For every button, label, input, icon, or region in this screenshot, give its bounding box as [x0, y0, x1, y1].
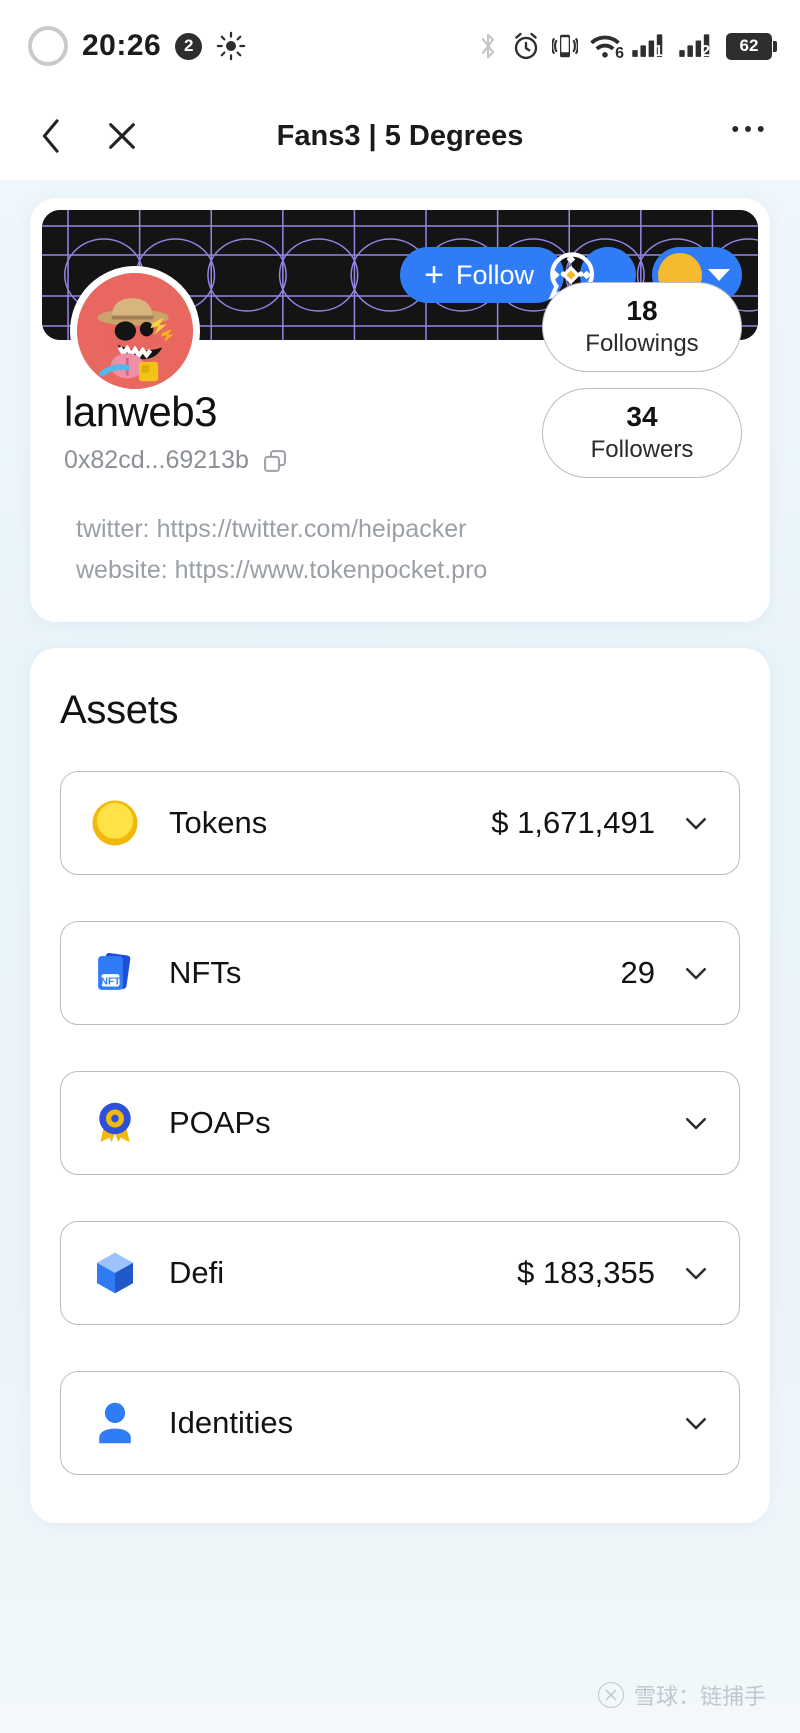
vibrate-icon: [552, 31, 578, 61]
asset-value-nfts: 29: [620, 955, 655, 990]
asset-row-identities[interactable]: Identities: [60, 1371, 740, 1475]
brightness-icon: [216, 31, 246, 61]
chevron-down-icon[interactable]: [681, 1408, 711, 1438]
profile-stats: 18 Followings 34 Followers: [542, 282, 742, 478]
profile-card: + Follow lanweb3 0x82cd...69213b twitter…: [30, 198, 770, 622]
signal-sim2-label: 2: [701, 43, 710, 60]
defi-cube-icon: [87, 1245, 143, 1301]
app-screen: 20:26 2 6 1 2 62 Fans3 | 5 Degrees + Fol…: [0, 0, 800, 1733]
assets-title: Assets: [60, 688, 179, 732]
stat-followers-label: Followers: [590, 435, 694, 463]
profile-link-website[interactable]: website: https://www.tokenpocket.pro: [64, 550, 736, 591]
gold-coin-icon: [87, 795, 143, 851]
avatar-image: [77, 273, 193, 389]
chevron-down-icon[interactable]: [681, 808, 711, 838]
page-content: + Follow lanweb3 0x82cd...69213b twitter…: [0, 180, 800, 1523]
battery-icon: 62: [726, 32, 777, 60]
asset-label-poaps: POAPs: [169, 1105, 271, 1140]
avatar-artwork: [77, 273, 193, 389]
wifi-generation-label: 6: [615, 45, 624, 62]
watermark: 雪球：链捕手: [597, 1679, 766, 1711]
asset-label-nfts: NFTs: [169, 955, 242, 990]
bluetooth-icon: [476, 31, 500, 61]
asset-label-defi: Defi: [169, 1255, 225, 1290]
asset-row-tokens[interactable]: Tokens $ 1,671,491: [60, 771, 740, 875]
wifi-icon: 6: [589, 31, 624, 62]
asset-label-tokens: Tokens: [169, 805, 268, 840]
chevron-down-icon[interactable]: [681, 1258, 711, 1288]
asset-value-defi: $ 183,355: [517, 1255, 655, 1290]
stat-followings[interactable]: 18 Followings: [542, 282, 742, 372]
status-bar-left: 20:26 2: [28, 26, 246, 66]
profile-link-twitter[interactable]: twitter: https://twitter.com/heipacker: [64, 509, 736, 550]
alarm-icon: [511, 31, 541, 61]
navigation-bar: Fans3 | 5 Degrees: [0, 92, 800, 180]
watermark-text: 雪球：链捕手: [633, 1684, 766, 1709]
more-options-button[interactable]: [726, 114, 770, 158]
chevron-down-icon[interactable]: [681, 1108, 711, 1138]
stat-followers-value: 34: [626, 401, 658, 433]
profile-address: 0x82cd...69213b: [64, 446, 249, 474]
record-ring-icon: [28, 26, 68, 66]
signal-sim2-icon: 2: [679, 31, 715, 61]
back-button[interactable]: [30, 114, 74, 158]
stat-followers[interactable]: 34 Followers: [542, 388, 742, 478]
xueqiu-logo-icon: [597, 1682, 624, 1708]
asset-value-tokens: $ 1,671,491: [491, 805, 655, 840]
stat-followings-value: 18: [626, 295, 658, 327]
asset-row-nfts[interactable]: NFT NFTs 29: [60, 921, 740, 1025]
profile-links: twitter: https://twitter.com/heipacker w…: [64, 509, 736, 590]
assets-card: Assets Tokens $ 1,671,491 NFT NFTs 29 PO…: [30, 648, 770, 1523]
stat-followings-label: Followings: [585, 329, 699, 357]
signal-sim1-icon: 1: [632, 31, 668, 61]
chevron-down-icon[interactable]: [681, 958, 711, 988]
close-button[interactable]: [100, 114, 144, 158]
status-bar-right: 6 1 2 62: [476, 31, 777, 62]
svg-text:NFT: NFT: [101, 976, 121, 987]
poap-badge-icon: [87, 1095, 143, 1151]
avatar[interactable]: [70, 266, 200, 396]
signal-sim1-label: 1: [654, 43, 663, 60]
nft-cards-icon: NFT: [87, 945, 143, 1001]
asset-row-defi[interactable]: Defi $ 183,355: [60, 1221, 740, 1325]
status-bar-clock: 20:26: [82, 29, 162, 62]
notification-count-badge: 2: [175, 32, 203, 60]
asset-row-poaps[interactable]: POAPs: [60, 1071, 740, 1175]
status-bar: 20:26 2 6 1 2 62: [0, 0, 800, 92]
person-icon: [87, 1395, 143, 1451]
copy-icon[interactable]: [261, 447, 289, 475]
asset-label-identities: Identities: [169, 1405, 294, 1440]
